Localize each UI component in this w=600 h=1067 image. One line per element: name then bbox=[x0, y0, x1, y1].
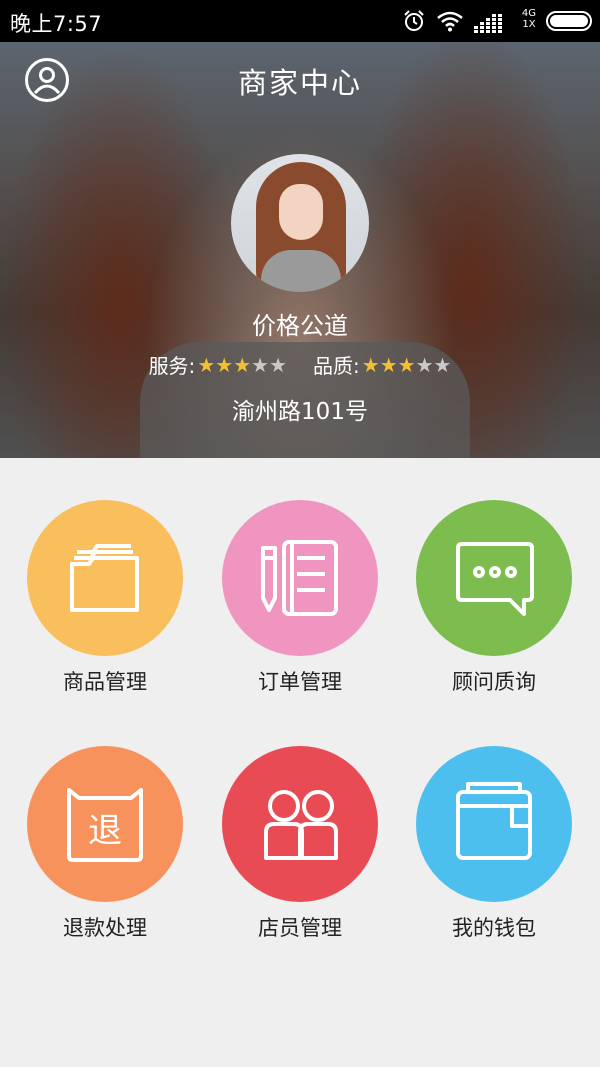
star-empty-icon: ★ bbox=[251, 352, 270, 377]
status-time: 晚上7:57 bbox=[10, 12, 103, 36]
ratings: 服务: ★ ★ ★ ★ ★ 品质: ★ ★ ★ ★ ★ bbox=[0, 350, 600, 379]
service-label: 服务: bbox=[148, 354, 196, 378]
chat-bubble-icon[interactable] bbox=[416, 500, 572, 656]
staff-icon[interactable] bbox=[222, 746, 378, 902]
star-filled-icon: ★ bbox=[197, 352, 216, 377]
menu-item-products[interactable]: 商品管理 bbox=[8, 500, 202, 696]
star-filled-icon: ★ bbox=[233, 352, 252, 377]
menu-grid: 商品管理 订单管理 顾问质询 退 退款处理 店员管理 我的钱包 bbox=[0, 458, 600, 1067]
service-stars: ★ ★ ★ ★ ★ bbox=[197, 355, 287, 375]
network-type: 4G 1X bbox=[521, 8, 536, 30]
star-filled-icon: ★ bbox=[361, 352, 380, 377]
menu-label: 商品管理 bbox=[63, 670, 147, 694]
menu-item-orders[interactable]: 订单管理 bbox=[203, 500, 397, 696]
signal-icon: 4G 1X bbox=[474, 8, 536, 34]
alarm-icon bbox=[404, 10, 424, 31]
quality-rating: 品质: ★ ★ ★ ★ ★ bbox=[313, 350, 451, 379]
menu-label: 店员管理 bbox=[258, 916, 342, 940]
menu-label: 我的钱包 bbox=[452, 916, 536, 940]
quality-stars: ★ ★ ★ ★ ★ bbox=[362, 355, 452, 375]
menu-item-refund[interactable]: 退 退款处理 bbox=[8, 746, 202, 942]
service-rating: 服务: ★ ★ ★ ★ ★ bbox=[149, 350, 287, 379]
refund-char: 退 bbox=[88, 811, 122, 851]
wallet-icon[interactable] bbox=[416, 746, 572, 902]
status-icons: 4G 1X bbox=[402, 6, 592, 36]
menu-item-staff[interactable]: 店员管理 bbox=[203, 746, 397, 942]
menu-label: 订单管理 bbox=[258, 670, 342, 694]
wifi-icon bbox=[437, 11, 463, 32]
page-title: 商家中心 bbox=[237, 66, 362, 100]
status-bar: 晚上7:57 4G 1X bbox=[0, 0, 600, 42]
shop-name: 价格公道 bbox=[252, 312, 348, 340]
menu-item-consult[interactable]: 顾问质询 bbox=[397, 500, 591, 696]
notepad-pen-icon[interactable] bbox=[222, 500, 378, 656]
star-empty-icon: ★ bbox=[415, 352, 434, 377]
star-empty-icon: ★ bbox=[433, 352, 452, 377]
menu-label: 顾问质询 bbox=[452, 670, 536, 694]
star-filled-icon: ★ bbox=[397, 352, 416, 377]
menu-label: 退款处理 bbox=[63, 916, 147, 940]
menu-item-wallet[interactable]: 我的钱包 bbox=[397, 746, 591, 942]
folder-icon[interactable] bbox=[27, 500, 183, 656]
quality-label: 品质: bbox=[313, 354, 360, 378]
star-empty-icon: ★ bbox=[269, 352, 287, 377]
avatar[interactable] bbox=[231, 154, 369, 292]
battery-icon bbox=[546, 11, 592, 31]
shop-address: 渝州路101号 bbox=[232, 399, 368, 425]
star-filled-icon: ★ bbox=[215, 352, 234, 377]
refund-bag-icon[interactable]: 退 bbox=[27, 746, 183, 902]
star-filled-icon: ★ bbox=[379, 352, 398, 377]
